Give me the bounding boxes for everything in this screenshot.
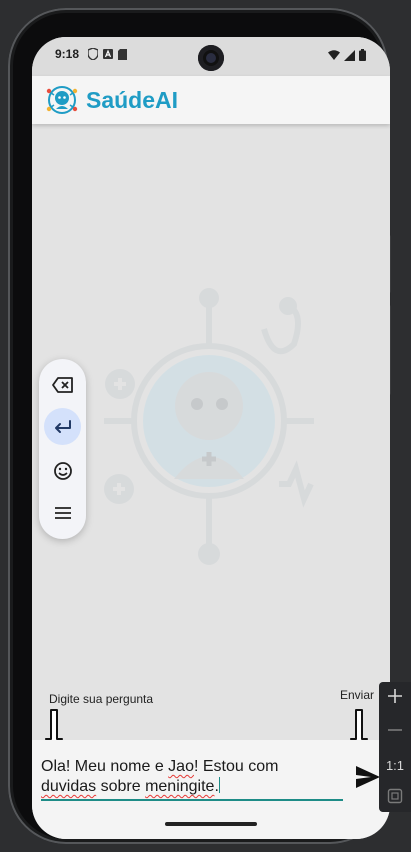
input-text: Ola! Meu nome e [41, 758, 169, 775]
input-text: sobre [96, 778, 146, 795]
hint-type-question: Digite sua pergunta [49, 692, 154, 706]
signal-icon [344, 49, 355, 61]
menu-icon [54, 506, 71, 519]
keyboard-floating-toolbar [39, 359, 86, 539]
enter-icon [54, 419, 71, 433]
misspelled-word: meningite [145, 778, 215, 795]
robot-health-icon [46, 86, 78, 114]
message-input[interactable]: Ola! Meu nome e Jao! Estou com duvidas s… [41, 757, 343, 801]
input-line-2: duvidas sobre meningite. [41, 777, 343, 797]
backspace-button[interactable] [44, 366, 81, 403]
screen: 9:18 SaúdeAI Digite sua pergunta Enviar … [32, 37, 390, 839]
battery-icon [359, 49, 366, 61]
status-time: 9:18 [55, 47, 80, 61]
misspelled-word: duvidas [41, 778, 97, 795]
home-indicator[interactable] [165, 822, 257, 826]
zoom-out-icon [388, 729, 402, 731]
input-text: ! Estou com [193, 758, 279, 775]
fit-screen-button[interactable] [379, 788, 411, 809]
status-icons-right [328, 49, 366, 61]
menu-button[interactable] [44, 494, 81, 531]
misspelled-word: Jao [168, 758, 194, 775]
status-icons-left [88, 48, 127, 60]
status-bar: 9:18 [32, 37, 390, 76]
input-line-1: Ola! Meu nome e Jao! Estou com [41, 757, 343, 777]
emulator-side-panel: 1:1 [379, 682, 411, 812]
send-icon[interactable] [354, 763, 382, 791]
ratio-label[interactable]: 1:1 [379, 758, 411, 773]
emoji-button[interactable] [44, 452, 81, 489]
backspace-icon [51, 376, 73, 393]
app-bar: SaúdeAI [32, 76, 390, 124]
text-cursor [218, 777, 220, 793]
health-ai-watermark-icon [104, 288, 314, 565]
message-input-area: Ola! Meu nome e Jao! Estou com duvidas s… [32, 740, 390, 839]
enter-button[interactable] [44, 408, 81, 445]
emoji-icon [53, 461, 72, 480]
fit-screen-icon [387, 788, 403, 804]
phone-frame: 9:18 SaúdeAI Digite sua pergunta Enviar … [8, 8, 390, 844]
front-camera [198, 45, 224, 71]
wifi-icon [328, 50, 340, 60]
shield-icon [88, 48, 98, 60]
hint-send: Enviar [340, 688, 375, 702]
font-a-icon [103, 49, 113, 59]
zoom-in-button[interactable] [379, 688, 411, 709]
sd-card-icon [118, 48, 127, 60]
zoom-in-icon [388, 689, 402, 703]
app-title: SaúdeAI [86, 87, 179, 113]
zoom-out-button[interactable] [379, 722, 411, 743]
